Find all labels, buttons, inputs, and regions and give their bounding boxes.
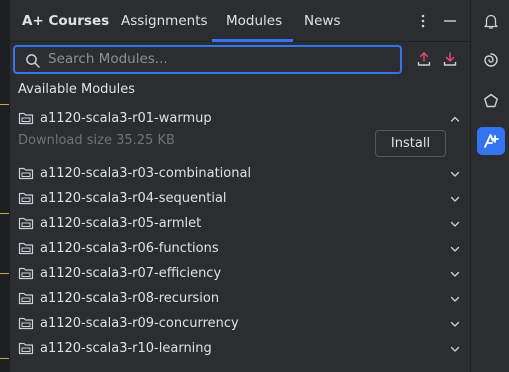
plugin-icon[interactable] <box>477 87 505 115</box>
module-folder-icon <box>18 342 34 355</box>
tab-news[interactable]: News <box>304 0 340 42</box>
module-folder-icon <box>18 242 34 255</box>
chevron-down-icon[interactable] <box>449 343 461 355</box>
module-name: a1120-scala3-r08-recursion <box>40 291 220 306</box>
module-row[interactable]: a1120-scala3-r09-concurrency <box>10 311 471 336</box>
chevron-down-icon[interactable] <box>449 318 461 330</box>
module-row[interactable]: a1120-scala3-r07-efficiency <box>10 261 471 286</box>
chevron-down-icon[interactable] <box>449 268 461 280</box>
module-row[interactable]: a1120-scala3-r08-recursion <box>10 286 471 311</box>
right-tool-window-bar <box>470 0 509 372</box>
module-name: a1120-scala3-r05-armlet <box>40 216 202 231</box>
chevron-down-icon[interactable] <box>449 218 461 230</box>
module-row[interactable]: a1120-scala3-r06-functions <box>10 236 471 261</box>
module-name: a1120-scala3-r01-warmup <box>40 111 212 126</box>
aplus-courses-tool-window: A+ Courses Assignments Modules News Sear… <box>9 0 471 372</box>
module-folder-icon <box>18 317 34 330</box>
tab-modules[interactable]: Modules <box>226 0 282 42</box>
chevron-down-icon[interactable] <box>449 243 461 255</box>
chevron-down-icon[interactable] <box>449 293 461 305</box>
gutter-marker <box>0 273 9 274</box>
chevron-down-icon[interactable] <box>449 168 461 180</box>
module-row[interactable]: a1120-scala3-r01-warmup <box>10 106 471 131</box>
search-icon <box>26 54 40 68</box>
ai-assistant-icon[interactable] <box>477 46 505 74</box>
module-row[interactable]: a1120-scala3-r03-combinational <box>10 161 471 186</box>
editor-gutter-strip <box>0 0 9 372</box>
download-size: Download size 35.25 KB <box>18 133 175 148</box>
gutter-marker <box>0 213 9 214</box>
section-title: Available Modules <box>18 82 136 97</box>
module-name: a1120-scala3-r07-efficiency <box>40 266 222 281</box>
aplus-courses-icon[interactable] <box>477 127 505 155</box>
import-icon[interactable] <box>442 51 458 67</box>
install-button[interactable]: Install <box>375 130 446 157</box>
minimize-icon[interactable] <box>441 12 459 30</box>
tool-window-header: A+ Courses Assignments Modules News <box>10 0 471 42</box>
module-name: a1120-scala3-r03-combinational <box>40 166 252 181</box>
module-row[interactable]: a1120-scala3-r05-armlet <box>10 211 471 236</box>
module-row[interactable]: a1120-scala3-r10-learning <box>10 336 471 361</box>
module-folder-icon <box>18 267 34 280</box>
chevron-up-icon[interactable] <box>449 113 461 125</box>
module-name: a1120-scala3-r10-learning <box>40 341 212 356</box>
module-folder-icon <box>18 292 34 305</box>
gutter-marker <box>0 358 9 359</box>
module-name: a1120-scala3-r09-concurrency <box>40 316 239 331</box>
module-folder-icon <box>18 192 34 205</box>
module-folder-icon <box>18 112 34 125</box>
chevron-down-icon[interactable] <box>449 193 461 205</box>
module-name: a1120-scala3-r04-sequential <box>40 191 227 206</box>
module-folder-icon <box>18 217 34 230</box>
module-row[interactable]: a1120-scala3-r04-sequential <box>10 186 471 211</box>
tab-assignments[interactable]: Assignments <box>121 0 208 42</box>
search-placeholder: Search Modules... <box>48 51 168 67</box>
module-folder-icon <box>18 167 34 180</box>
search-input[interactable]: Search Modules... <box>13 45 402 74</box>
export-icon[interactable] <box>416 51 432 67</box>
module-name: a1120-scala3-r06-functions <box>40 241 219 256</box>
notifications-icon[interactable] <box>477 7 505 35</box>
tool-window-title: A+ Courses <box>22 13 110 29</box>
gutter-marker <box>0 104 9 105</box>
active-tab-indicator <box>212 39 293 42</box>
more-vertical-icon[interactable] <box>414 12 432 30</box>
